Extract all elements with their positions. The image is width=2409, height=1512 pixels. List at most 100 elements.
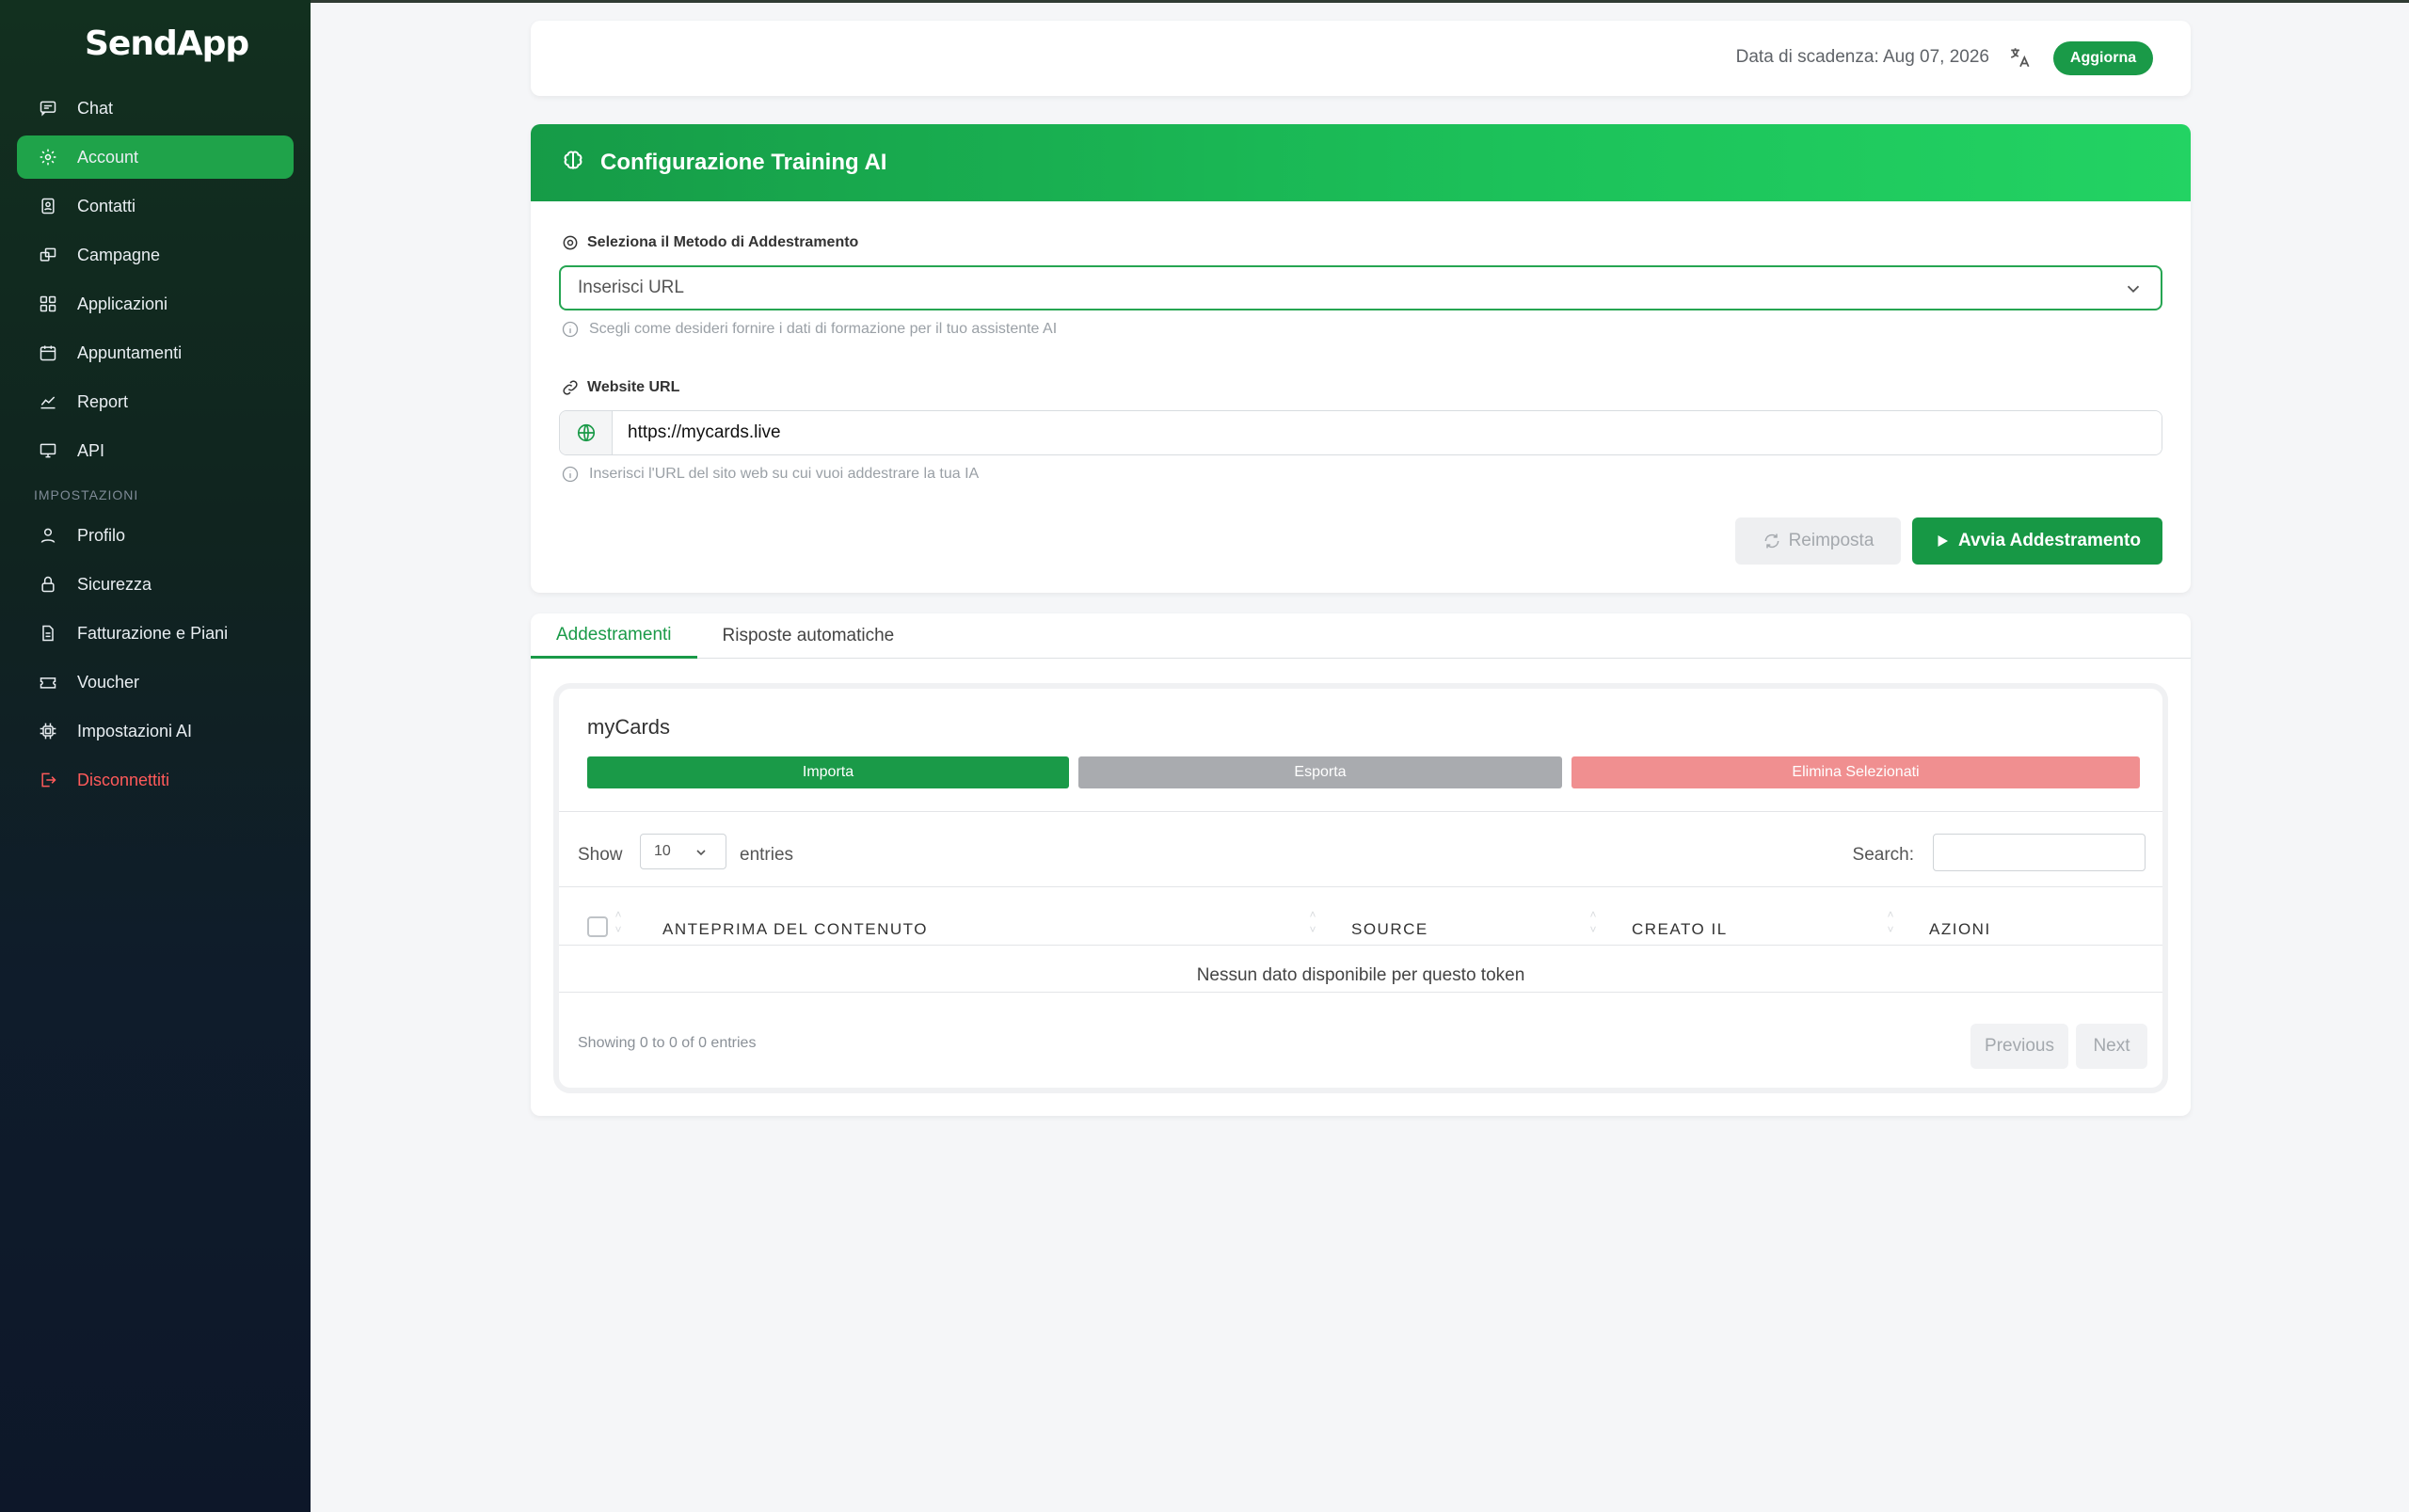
method-hint-text: Scegli come desideri fornire i dati di f… — [589, 321, 1058, 337]
method-label: Seleziona il Metodo di Addestramento — [561, 233, 858, 252]
import-button[interactable]: Importa — [587, 756, 1069, 788]
previous-page-button[interactable]: Previous — [1970, 1024, 2068, 1069]
sidebar-item-chat[interactable]: Chat — [17, 87, 294, 130]
sidebar-item-voucher[interactable]: Voucher — [17, 661, 294, 704]
sort-icon[interactable]: ˄ ˅ — [1587, 907, 1600, 941]
sidebar-item-label: Contatti — [77, 196, 136, 215]
document-icon — [38, 623, 58, 644]
campaign-icon — [38, 245, 58, 265]
method-hint: Scegli come desideri fornire i dati di f… — [561, 320, 1057, 339]
chart-icon — [38, 391, 58, 412]
table-search-input[interactable] — [1933, 834, 2146, 871]
gear-icon — [563, 235, 578, 250]
search-label: Search: — [1852, 845, 1914, 865]
sidebar-item-profilo[interactable]: Profilo — [17, 514, 294, 557]
url-hint-text: Inserisci l'URL del sito web su cui vuoi… — [589, 466, 980, 482]
sidebar-item-label: Fatturazione e Piani — [77, 623, 229, 643]
globe-icon — [560, 411, 613, 454]
sidebar-item-label: Account — [77, 147, 139, 167]
info-icon — [562, 466, 579, 483]
sidebar-item-fatturazione[interactable]: Fatturazione e Piani — [17, 612, 294, 655]
play-icon — [1938, 535, 1949, 547]
chevron-down-icon — [696, 850, 706, 856]
window-top-edge — [0, 0, 2409, 3]
sidebar-item-label: Profilo — [77, 525, 126, 545]
chat-icon — [38, 98, 58, 119]
divider — [559, 811, 2162, 812]
table-bottom-border — [559, 992, 2162, 993]
sidebar: SendApp Chat Account Contatti Campagne A… — [0, 0, 311, 1512]
sidebar-item-campagne[interactable]: Campagne — [17, 233, 294, 277]
logout-icon — [38, 770, 58, 790]
trainings-card: Addestramenti Risposte automatiche myCar… — [531, 613, 2191, 1116]
column-header-content[interactable]: ANTEPRIMA DEL CONTENUTO — [662, 920, 928, 939]
sidebar-item-appuntamenti[interactable]: Appuntamenti — [17, 331, 294, 374]
url-label: Website URL — [561, 378, 679, 397]
gear-icon — [38, 147, 58, 167]
sidebar-item-label: Appuntamenti — [77, 342, 183, 362]
knowledge-base-panel: myCards Importa Esporta Elimina Selezion… — [553, 683, 2168, 1093]
tab-addestramenti[interactable]: Addestramenti — [531, 613, 697, 659]
sidebar-item-label: Chat — [77, 98, 114, 118]
method-label-text: Seleziona il Metodo di Addestramento — [587, 234, 859, 250]
expiry-card: Data di scadenza: Aug 07, 2026 Aggiorna — [531, 21, 2191, 96]
sort-icon[interactable]: ˄ ˅ — [1306, 907, 1319, 941]
training-config-card: Configurazione Training AI Seleziona il … — [531, 124, 2191, 593]
link-icon — [563, 380, 578, 395]
brain-icon — [561, 149, 585, 178]
translate-icon[interactable] — [2008, 45, 2033, 70]
sort-icon[interactable]: ˄ ˅ — [612, 907, 625, 941]
export-button[interactable]: Esporta — [1078, 756, 1562, 788]
sidebar-item-label: Campagne — [77, 245, 161, 264]
website-url-group — [559, 410, 2162, 455]
empty-table-message: Nessun dato disponibile per questo token — [1196, 965, 1525, 985]
table-header-bottom-border — [559, 945, 2162, 946]
next-page-button[interactable]: Next — [2076, 1024, 2147, 1069]
website-url-input[interactable] — [613, 411, 2162, 454]
delete-selected-button[interactable]: Elimina Selezionati — [1571, 756, 2140, 788]
column-header-created[interactable]: CREATO IL — [1632, 920, 1728, 939]
monitor-icon — [38, 440, 58, 461]
sidebar-item-account[interactable]: Account — [17, 135, 294, 179]
page-length-value: 10 — [654, 843, 671, 859]
sidebar-item-label: Applicazioni — [77, 294, 168, 313]
url-hint: Inserisci l'URL del sito web su cui vuoi… — [561, 465, 979, 484]
reset-button[interactable]: Reimposta — [1735, 517, 1901, 565]
training-method-select[interactable]: Inserisci URL — [559, 265, 2162, 310]
training-header: Configurazione Training AI — [531, 124, 2191, 201]
tab-risposte-automatiche[interactable]: Risposte automatiche — [697, 613, 920, 659]
chip-icon — [38, 721, 58, 741]
apps-icon — [38, 294, 58, 314]
info-icon — [562, 321, 579, 338]
select-all-checkbox[interactable] — [587, 916, 608, 937]
start-training-label: Avvia Addestramento — [1958, 531, 2141, 550]
refresh-icon — [1764, 533, 1779, 549]
sidebar-item-sicurezza[interactable]: Sicurezza — [17, 563, 294, 606]
entries-label: entries — [740, 845, 794, 865]
update-button[interactable]: Aggiorna — [2053, 41, 2153, 75]
show-label: Show — [578, 845, 623, 865]
sidebar-item-label: Impostazioni AI — [77, 721, 193, 740]
training-method-value: Inserisci URL — [578, 278, 684, 297]
sidebar-item-label: Sicurezza — [77, 574, 152, 594]
sidebar-item-label: Disconnettiti — [77, 770, 170, 789]
start-training-button[interactable]: Avvia Addestramento — [1912, 517, 2162, 565]
column-header-source[interactable]: SOURCE — [1351, 920, 1428, 939]
page-length-select[interactable]: 10 — [640, 834, 726, 869]
sidebar-item-applicazioni[interactable]: Applicazioni — [17, 282, 294, 326]
ticket-icon — [38, 672, 58, 692]
sidebar-item-contatti[interactable]: Contatti — [17, 184, 294, 228]
sidebar-item-label: Report — [77, 391, 129, 411]
settings-section-label: IMPOSTAZIONI — [34, 487, 139, 502]
expiry-date-text: Data di scadenza: Aug 07, 2026 — [1735, 47, 1989, 67]
url-label-text: Website URL — [587, 379, 680, 395]
sort-icon[interactable]: ˄ ˅ — [1884, 907, 1897, 941]
sidebar-item-disconnettiti[interactable]: Disconnettiti — [17, 758, 294, 802]
sidebar-item-api[interactable]: API — [17, 429, 294, 472]
sidebar-item-label: API — [77, 440, 105, 460]
app-logo[interactable]: SendApp — [85, 24, 249, 63]
reset-label: Reimposta — [1788, 531, 1875, 550]
sidebar-item-report[interactable]: Report — [17, 380, 294, 423]
table-header-top-border — [559, 886, 2162, 887]
sidebar-item-impostazioni-ai[interactable]: Impostazioni AI — [17, 709, 294, 753]
